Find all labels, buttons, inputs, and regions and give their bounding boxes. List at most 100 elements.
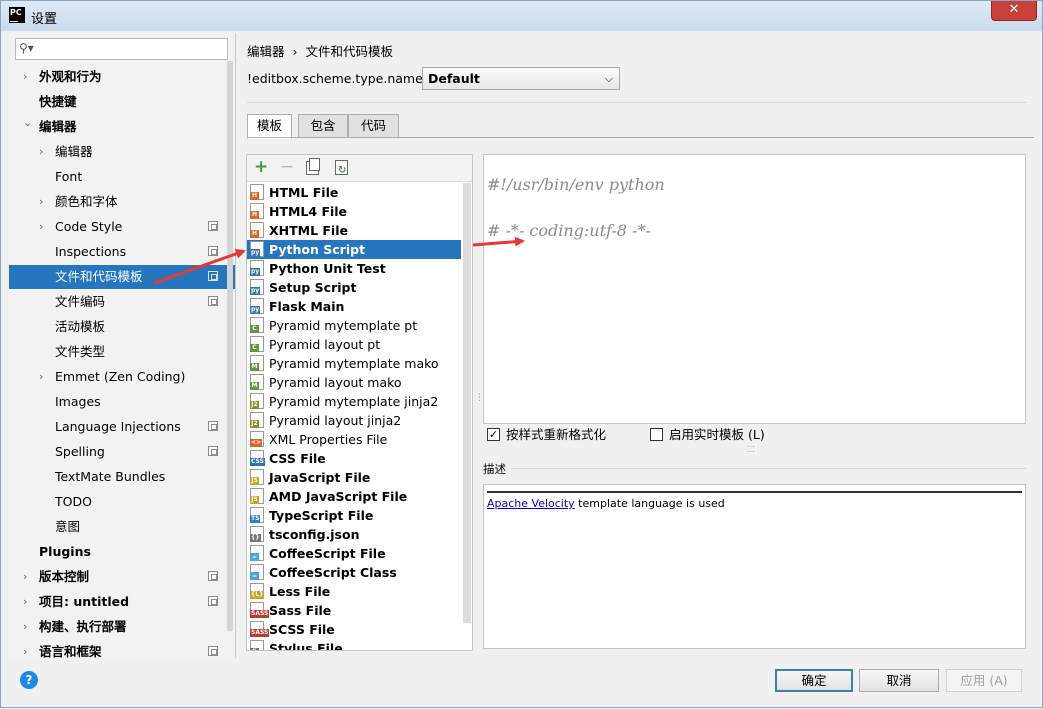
template-list-item[interactable]: C Pyramid layout pt [247,335,461,354]
chevron-right-icon[interactable]: › [23,65,27,89]
template-list-item[interactable]: J2 Pyramid mytemplate jinja2 [247,392,461,411]
template-list-item[interactable]: H HTML File [247,183,461,202]
search-input[interactable]: ⚲▾ [15,38,228,60]
tab-includes[interactable]: 包含 [298,114,348,138]
apply-button[interactable]: 应用 (A) [946,669,1022,692]
sidebar-item-label: 文件类型 [55,344,106,359]
template-name: AMD JavaScript File [269,489,408,504]
sidebar-item[interactable]: Plugins [9,540,235,564]
sidebar-item[interactable]: TODO [9,490,235,514]
template-list-item[interactable]: py Python Script [247,240,461,259]
template-list-item[interactable]: H XHTML File [247,221,461,240]
sidebar-item[interactable]: › 语言和框架 [9,640,235,658]
file-type-icon: <> [250,431,264,447]
chevron-right-icon[interactable]: › [23,565,27,589]
file-type-icon: py [250,241,264,257]
chevron-right-icon[interactable]: › [23,615,27,639]
breadcrumb-separator: › [292,44,298,59]
scheme-select[interactable]: Default ⌵ [422,67,620,90]
sidebar-item[interactable]: › 构建、执行部署 [9,615,235,639]
file-type-icon: JS [250,469,264,485]
template-list-item[interactable]: SASS Sass File [247,601,461,620]
sidebar-item[interactable]: › 颜色和字体 [9,190,235,214]
sidebar-item[interactable]: 文件和代码模板 [9,265,235,289]
template-list-item[interactable]: ☕ CoffeeScript Class [247,563,461,582]
template-list-item[interactable]: <> XML Properties File [247,430,461,449]
template-list-item[interactable]: S Stylus File [247,639,461,650]
file-type-icon: J2 [250,412,264,428]
sidebar-item-label: Font [55,169,83,184]
template-list-item[interactable]: H HTML4 File [247,202,461,221]
template-list-item[interactable]: JS AMD JavaScript File [247,487,461,506]
add-template-button[interactable]: + [254,159,268,176]
template-list-item[interactable]: CSS CSS File [247,449,461,468]
template-list-item[interactable]: SASS SCSS File [247,620,461,639]
template-list-item[interactable]: C Pyramid mytemplate pt [247,316,461,335]
chevron-right-icon[interactable]: › [23,590,27,614]
sidebar-item[interactable]: 快捷键 [9,90,235,114]
template-list-item[interactable]: py Flask Main [247,297,461,316]
sidebar-item[interactable]: › Emmet (Zen Coding) [9,365,235,389]
sidebar-item[interactable]: Images [9,390,235,414]
project-scope-icon [208,421,218,431]
template-list-item[interactable]: JS JavaScript File [247,468,461,487]
file-type-badge: S [250,648,259,650]
reset-template-icon[interactable] [335,160,348,179]
remove-template-button[interactable]: − [280,159,294,176]
checkbox-unchecked-icon [650,428,663,441]
sidebar-item[interactable]: ⌄ 编辑器 [9,115,235,139]
sidebar-item[interactable]: › 项目: untitled [9,590,235,614]
sidebar-item-label: 颜色和字体 [55,194,118,209]
copy-template-icon[interactable] [306,158,320,175]
sidebar-item-label: TODO [55,494,92,509]
template-list-item[interactable]: ☕ CoffeeScript File [247,544,461,563]
template-list-item[interactable]: {L} Less File [247,582,461,601]
tab-code[interactable]: 代码 [348,114,399,138]
chevron-right-icon[interactable]: › [23,640,27,658]
resize-grip-icon[interactable]: ⁚⁚⁚ [747,445,755,454]
sidebar-item[interactable]: Inspections [9,240,235,264]
template-name: CoffeeScript Class [269,565,397,580]
ok-button[interactable]: 确定 [775,669,853,692]
search-icon: ⚲▾ [19,41,34,55]
project-scope-icon [208,571,218,581]
template-list-item[interactable]: py Python Unit Test [247,259,461,278]
file-type-icon: {L} [250,583,265,599]
template-list-item[interactable]: TS TypeScript File [247,506,461,525]
template-list-scrollbar[interactable] [463,183,471,623]
template-list-item[interactable]: M Pyramid mytemplate mako [247,354,461,373]
sidebar-item[interactable]: Font [9,165,235,189]
sidebar-item[interactable]: 意图 [9,515,235,539]
template-editor[interactable]: #!/usr/bin/env python # -*- coding:utf-8… [483,154,1026,424]
tab-templates[interactable]: 模板 [247,114,292,139]
chevron-down-icon[interactable]: ⌄ [23,111,32,135]
sidebar-item[interactable]: 文件编码 [9,290,235,314]
chevron-right-icon[interactable]: › [39,365,43,389]
template-list-item[interactable]: M Pyramid layout mako [247,373,461,392]
template-list-item[interactable]: py Setup Script [247,278,461,297]
close-button[interactable]: ✕ [991,1,1037,21]
sidebar-item[interactable]: Spelling [9,440,235,464]
sidebar-item[interactable]: 活动模板 [9,315,235,339]
chevron-right-icon[interactable]: › [39,190,43,214]
chevron-right-icon[interactable]: › [39,215,43,239]
help-icon[interactable]: ? [20,671,38,689]
sidebar-item[interactable]: Language Injections [9,415,235,439]
sidebar-item[interactable]: › 编辑器 [9,140,235,164]
template-list-item[interactable]: {} tsconfig.json [247,525,461,544]
template-name: JavaScript File [269,470,371,485]
cancel-button[interactable]: 取消 [859,669,939,692]
file-type-badge: py [250,268,261,276]
apache-velocity-link[interactable]: Apache Velocity [487,497,575,510]
sidebar-item[interactable]: › 版本控制 [9,565,235,589]
sidebar-item[interactable]: TextMate Bundles [9,465,235,489]
description-body: template language is used [574,497,725,510]
template-list-item[interactable]: J2 Pyramid layout jinja2 [247,411,461,430]
sidebar-item[interactable]: › 外观和行为 [9,65,235,89]
template-list: H HTML File H HTML4 File H XHTML File py Python… [247,183,461,650]
sidebar-item[interactable]: › Code Style [9,215,235,239]
sidebar-scrollbar[interactable] [227,61,233,631]
sidebar-item[interactable]: 文件类型 [9,340,235,364]
chevron-right-icon[interactable]: › [39,140,43,164]
file-type-icon: C [250,336,264,352]
